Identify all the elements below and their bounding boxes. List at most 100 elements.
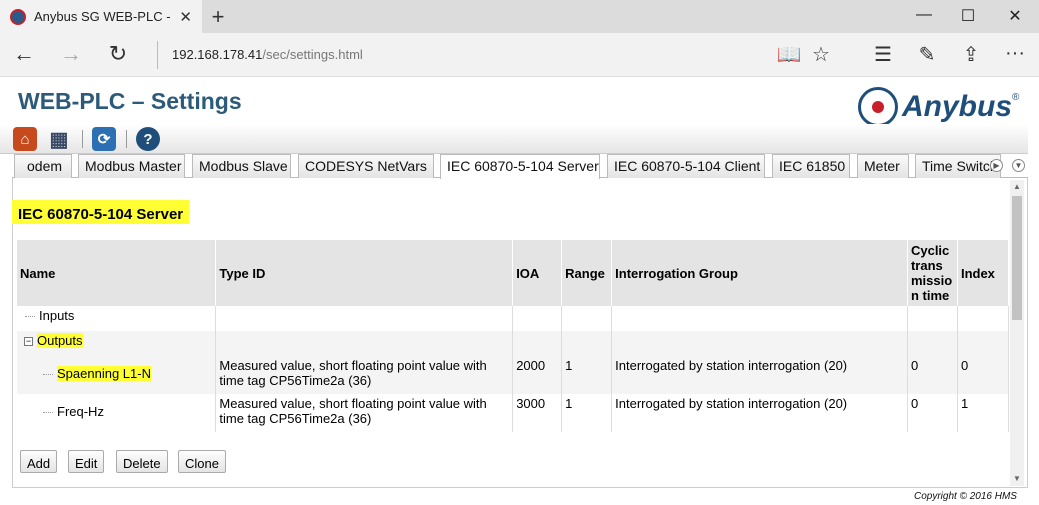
page-toolbar: ⌂ ▦ ⟳ ? xyxy=(0,124,1028,154)
anybus-favicon-icon xyxy=(10,8,26,25)
col-header-interrogation-group[interactable]: Interrogation Group xyxy=(611,240,908,306)
help-icon[interactable]: ? xyxy=(136,127,160,151)
table-header-row: Name Type ID IOA Range Interrogation Gro… xyxy=(17,240,1010,306)
reading-view-icon[interactable]: 📖 xyxy=(776,42,802,67)
tree-connector xyxy=(25,316,35,318)
refresh-page-icon[interactable]: ⟳ xyxy=(92,127,116,151)
address-bar[interactable]: 192.168.178.41/sec/settings.html xyxy=(172,47,363,62)
points-table: Name Type ID IOA Range Interrogation Gro… xyxy=(17,240,1010,432)
minimize-icon[interactable]: — xyxy=(914,6,934,24)
browser-navbar: ← → ↻ 192.168.178.41/sec/settings.html 📖… xyxy=(0,33,1039,77)
tab-menu-icon[interactable]: ▼ xyxy=(1012,159,1025,172)
tab-modem[interactable]: odem xyxy=(14,154,72,178)
tree-connector xyxy=(43,412,53,414)
scroll-down-icon[interactable]: ▼ xyxy=(1010,472,1024,486)
url-path: /sec/settings.html xyxy=(262,47,363,62)
share-icon[interactable]: ⇪ xyxy=(958,42,984,67)
name-cell: Freq-Hz xyxy=(17,394,217,432)
maximize-icon[interactable]: ☐ xyxy=(958,6,978,26)
table-row[interactable]: Spaenning L1-N Measured value, short flo… xyxy=(17,356,1010,394)
toolbar-separator xyxy=(126,130,127,148)
range-cell: 1 xyxy=(561,356,613,394)
protocol-tabstrip: ◀ odem Modbus Master Modbus Slave CODESY… xyxy=(12,154,1028,179)
ioa-cell: 2000 xyxy=(512,356,563,394)
tab-iec-61850[interactable]: IEC 61850 xyxy=(772,154,850,178)
tab-time-switch[interactable]: Time Switch xyxy=(915,154,1001,178)
browser-titlebar: Anybus SG WEB-PLC - S ✕ + — ☐ ✕ xyxy=(0,0,1039,33)
hub-icon[interactable]: ☰ xyxy=(870,42,896,67)
tree-connector xyxy=(43,374,53,376)
cyclic-header-line: n time xyxy=(910,288,950,303)
forward-icon[interactable]: → xyxy=(57,41,85,67)
tab-scroll-right-icon[interactable]: ▶ xyxy=(990,159,1003,172)
web-note-icon[interactable]: ✎ xyxy=(914,42,940,67)
tree-node-label: Inputs xyxy=(39,308,75,323)
range-cell: 1 xyxy=(561,394,613,432)
copyright-notice: Copyright © 2016 HMS xyxy=(914,491,1017,502)
section-title: IEC 60870-5-104 Server xyxy=(12,200,190,224)
table-row-inputs[interactable]: Inputs xyxy=(17,306,1010,331)
clone-button[interactable]: Clone xyxy=(178,450,226,473)
table-row-outputs[interactable]: − Outputs xyxy=(17,331,1010,356)
type-id-cell: Measured value, short floating point val… xyxy=(215,394,514,432)
close-window-icon[interactable]: ✕ xyxy=(1005,6,1025,26)
type-line: time tag CP56Time2a (36) xyxy=(219,373,372,388)
scroll-thumb[interactable] xyxy=(1012,196,1022,320)
name-cell: − Outputs xyxy=(17,331,217,356)
type-id-cell: Measured value, short floating point val… xyxy=(215,356,514,394)
cyclic-cell: 0 xyxy=(907,394,958,432)
edit-button[interactable]: Edit xyxy=(68,450,105,473)
cyclic-header-line: Cyclic xyxy=(910,243,950,258)
type-line: time tag CP56Time2a (36) xyxy=(219,411,372,426)
group-cell: Interrogated by station interrogation (2… xyxy=(611,394,908,432)
address-separator xyxy=(157,41,158,69)
group-cell: Interrogated by station interrogation (2… xyxy=(611,356,908,394)
tab-meter[interactable]: Meter xyxy=(857,154,909,178)
point-name: Spaenning L1-N xyxy=(57,366,151,381)
name-cell: Inputs xyxy=(17,306,217,331)
scroll-up-icon[interactable]: ▲ xyxy=(1010,180,1024,194)
url-host: 192.168.178.41 xyxy=(172,47,263,62)
col-header-name[interactable]: Name xyxy=(17,240,217,306)
more-icon[interactable]: ··· xyxy=(1002,42,1028,65)
page-title: WEB-PLC – Settings xyxy=(18,88,242,114)
col-header-range[interactable]: Range xyxy=(561,240,613,306)
collapse-icon[interactable]: − xyxy=(24,337,33,347)
vertical-scrollbar[interactable]: ▲ ▼ xyxy=(1010,180,1024,486)
cyclic-cell: 0 xyxy=(907,356,958,394)
tab-modbus-master[interactable]: Modbus Master xyxy=(78,154,185,178)
delete-button[interactable]: Delete xyxy=(116,450,168,473)
tab-close-icon[interactable]: ✕ xyxy=(179,8,192,26)
anybus-logo: Anybus ® xyxy=(858,86,1019,128)
tab-iec-104-server[interactable]: IEC 60870-5-104 Server xyxy=(440,154,600,179)
name-cell: Spaenning L1-N xyxy=(17,356,217,394)
new-tab-icon[interactable]: + xyxy=(206,4,230,30)
index-cell: 1 xyxy=(957,394,1010,432)
type-line: Measured value, short floating point val… xyxy=(219,396,487,411)
table-row[interactable]: Freq-Hz Measured value, short floating p… xyxy=(17,394,1010,432)
type-line: Measured value, short floating point val… xyxy=(219,358,487,373)
tab-codesys-netvars[interactable]: CODESYS NetVars xyxy=(298,154,434,178)
toolbar-separator xyxy=(82,130,83,148)
col-header-index[interactable]: Index xyxy=(957,240,1010,306)
col-header-ioa[interactable]: IOA xyxy=(512,240,563,306)
home-icon[interactable]: ⌂ xyxy=(13,127,37,151)
point-name: Freq-Hz xyxy=(57,404,104,419)
back-icon[interactable]: ← xyxy=(10,41,38,67)
tree-node-label: Outputs xyxy=(37,333,83,348)
col-header-type-id[interactable]: Type ID xyxy=(215,240,514,306)
add-button[interactable]: Add xyxy=(20,450,58,473)
grid-icon[interactable]: ▦ xyxy=(47,127,71,151)
browser-tab[interactable]: Anybus SG WEB-PLC - S ✕ xyxy=(0,0,202,33)
brand-registered-mark: ® xyxy=(1012,92,1020,103)
col-header-cyclic-transmission-time[interactable]: Cyclic trans missio n time xyxy=(907,240,958,306)
tab-modbus-slave[interactable]: Modbus Slave xyxy=(192,154,291,178)
ioa-cell: 3000 xyxy=(512,394,563,432)
refresh-icon[interactable]: ↻ xyxy=(104,41,132,67)
brand-name: Anybus xyxy=(902,90,1013,123)
tab-iec-104-client[interactable]: IEC 60870-5-104 Client xyxy=(607,154,765,178)
anybus-logo-icon xyxy=(858,87,898,127)
index-cell: 0 xyxy=(957,356,1010,394)
cyclic-header-line: trans xyxy=(910,258,943,273)
favorite-star-icon[interactable]: ☆ xyxy=(808,42,834,67)
